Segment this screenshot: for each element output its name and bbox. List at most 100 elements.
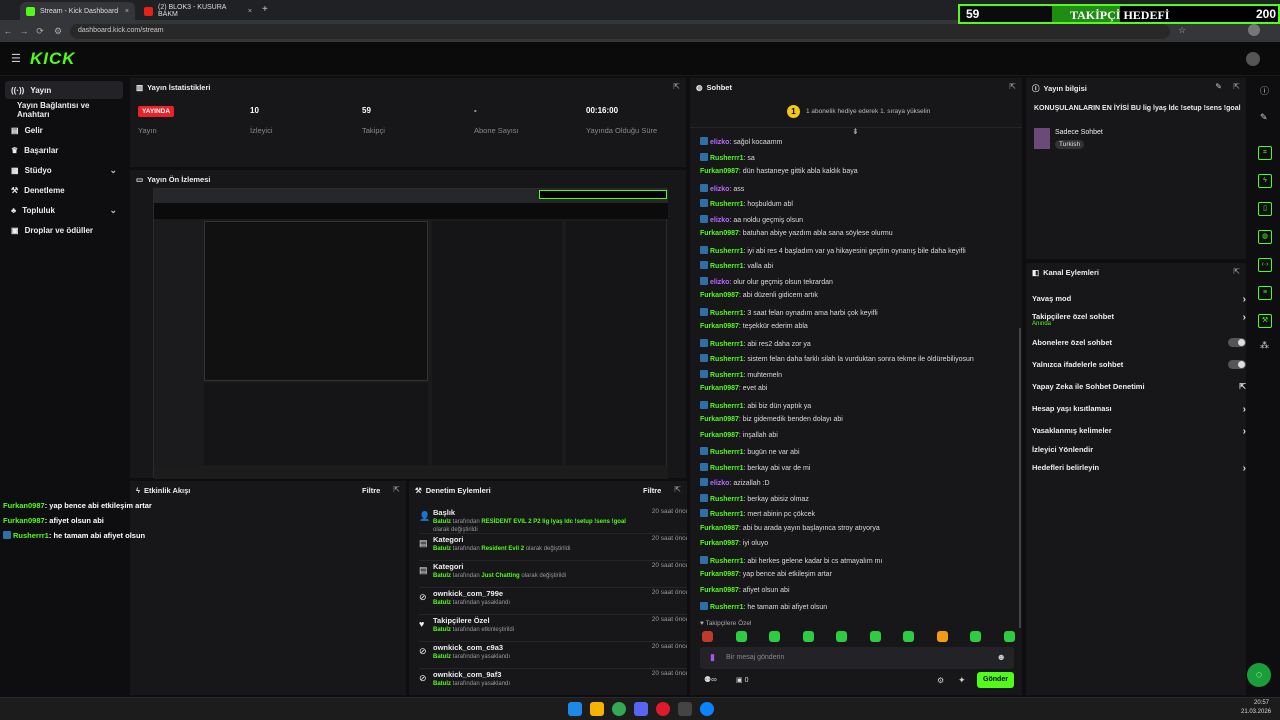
chat-username[interactable]: elizko [710,186,729,193]
chat-username[interactable]: Furkan0987 [700,323,739,330]
chat-username[interactable]: Rusherrr1 [710,604,743,611]
back-icon[interactable]: ← [0,26,16,36]
chevron-right-icon[interactable]: › [1243,426,1246,437]
chat-username[interactable]: Rusherrr1 [710,263,743,270]
channel-action-item[interactable]: Abonelere özel sohbet [1032,338,1246,347]
emote-icon[interactable] [1003,631,1015,642]
sidebar-item-gelir[interactable]: ▤ Gelir [5,121,123,139]
channel-action-item[interactable]: Yapay Zeka ile Sohbet Denetimi ⇱ [1032,382,1246,391]
chat-username[interactable]: Rusherrr1 [710,465,743,472]
emote-icon[interactable] [735,631,747,642]
chevron-right-icon[interactable]: › [1243,312,1246,323]
file-explorer-icon[interactable] [590,702,604,716]
channel-action-item[interactable]: Hesap yaşı kısıtlaması › [1032,404,1246,415]
emote-icon[interactable] [802,631,814,642]
popout-icon[interactable]: ⇱ [674,485,681,494]
emote-icon[interactable] [836,631,847,642]
chat-username[interactable]: Furkan0987 [700,292,739,299]
url-field[interactable]: dashboard.kick.com/stream [70,24,1170,39]
windows-start-icon[interactable] [568,702,582,716]
chevron-right-icon[interactable]: › [1243,294,1246,305]
chat-username[interactable]: Rusherrr1 [710,511,743,518]
sidebar-item-stream-key[interactable]: Yayın Bağlantısı ve Anahtarı [5,101,123,119]
site-info-icon[interactable]: ⚙ [50,26,66,37]
chevron-right-icon[interactable]: › [1243,463,1246,474]
toggle-switch[interactable] [1228,338,1246,347]
rail-screen-icon[interactable]: ⌗ [1258,146,1272,160]
channel-action-item[interactable]: Takipçilere özel sohbet Anında › [1032,312,1246,327]
chat-username[interactable]: Rusherrr1 [710,341,743,348]
chat-username[interactable]: elizko [710,139,729,146]
rail-radio-icon[interactable]: ‹·› [1258,258,1272,272]
activity-username[interactable]: Furkan0987 [3,516,45,525]
close-tab-icon[interactable]: × [248,8,252,15]
toggle-switch[interactable] [1228,360,1246,369]
preview-video[interactable] [153,188,668,479]
filter-button[interactable]: Filtre [643,486,661,495]
gift-icon[interactable]: ✦ [958,675,966,686]
channel-action-item[interactable]: Yavaş mod › [1032,294,1246,305]
edit-icon[interactable]: ✎ [1260,112,1268,123]
menu-icon[interactable]: ☰ [11,52,21,65]
user-avatar[interactable] [1246,52,1260,66]
channel-action-item[interactable]: Yasaklanmış kelimeler › [1032,426,1246,437]
emote-icon[interactable] [970,631,981,642]
obs-icon[interactable] [678,702,692,716]
chat-username[interactable]: elizko [710,480,729,487]
sidebar-item-topluluk[interactable]: ♣ Topluluk ⌄ [5,201,123,219]
filter-button[interactable]: Filtre [362,486,380,495]
chat-username[interactable]: Rusherrr1 [710,372,743,379]
chat-username[interactable]: Furkan0987 [700,432,739,439]
opera-icon[interactable] [656,702,670,716]
sidebar-item-yayin[interactable]: ((·)) Yayın [5,81,123,99]
discord-icon[interactable] [634,702,648,716]
chat-username[interactable]: Rusherrr1 [710,155,743,162]
chat-username[interactable]: elizko [710,217,729,224]
popout-icon[interactable]: ⇱ [393,485,400,494]
sidebar-item-denetleme[interactable]: ⚒ Denetleme [5,181,123,199]
edit-icon[interactable]: ✎ [1215,82,1222,91]
mic-icon[interactable]: ▮ [710,652,715,663]
sidebar-item-studyo[interactable]: ▦ Stüdyo ⌄ [5,161,123,179]
forward-icon[interactable]: → [16,26,32,36]
tab-kick-dashboard[interactable]: Stream - Kick Dashboard × [20,2,135,20]
channel-action-item[interactable]: Yalnızca ifadelerle sohbet [1032,360,1246,369]
popout-icon[interactable]: ⇱ [1233,82,1240,91]
chat-username[interactable]: Rusherrr1 [710,356,743,363]
send-button[interactable]: Gönder [977,672,1014,688]
chat-username[interactable]: Rusherrr1 [710,310,743,317]
chat-username[interactable]: Rusherrr1 [710,201,743,208]
kick-logo[interactable]: KICK [30,49,76,69]
reload-icon[interactable]: ⟳ [32,26,48,37]
chat-username[interactable]: elizko [710,279,729,286]
emote-icon[interactable] [702,631,713,642]
sidebar-item-droplar[interactable]: ▣ Droplar ve ödüller [5,221,123,239]
chat-username[interactable]: Furkan0987 [700,525,739,532]
chat-username[interactable]: Furkan0987 [700,230,739,237]
emote-icon[interactable] [903,631,914,642]
help-icon[interactable]: ⓘ [1260,84,1269,97]
activity-username[interactable]: Rusherrr1 [13,531,49,540]
gift-banner[interactable]: 1 1 abonelik hediye ederek 1. sıraya yük… [690,98,1022,128]
new-tab-button[interactable]: + [262,4,268,15]
popout-icon[interactable]: ⇱ [1009,82,1016,91]
channel-action-item[interactable]: İzleyici Yönlendir [1032,445,1242,454]
rail-wrench-icon[interactable]: ⚒ [1258,314,1272,328]
rail-bolt-icon[interactable]: ϟ [1258,174,1272,188]
chevron-right-icon[interactable]: › [1243,404,1246,415]
edge-icon[interactable] [700,702,714,716]
chat-username[interactable]: Furkan0987 [700,587,739,594]
chat-username[interactable]: Furkan0987 [700,571,739,578]
rail-list-icon[interactable]: ≡ [1258,286,1272,300]
popout-icon[interactable]: ⇱ [673,82,680,91]
chat-username[interactable]: Rusherrr1 [710,248,743,255]
bookmark-star-icon[interactable]: ☆ [1178,25,1186,36]
chat-username[interactable]: Furkan0987 [700,540,739,547]
popout-icon[interactable]: ⇱ [1233,267,1240,276]
activity-username[interactable]: Furkan0987 [3,501,45,510]
rail-doc-icon[interactable]: ▯ [1258,202,1272,216]
close-tab-icon[interactable]: × [125,8,129,15]
tab-youtube[interactable]: (2) BLOK3 - KUSURA BAKM × [138,2,258,20]
chat-username[interactable]: Furkan0987 [700,416,739,423]
rail-chat-icon[interactable]: ◍ [1258,230,1272,244]
